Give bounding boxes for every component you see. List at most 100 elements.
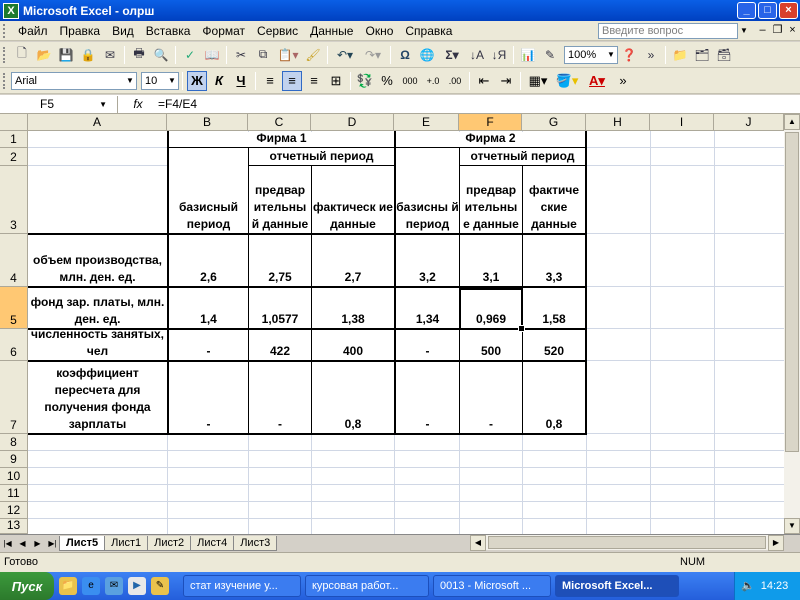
menu-help[interactable]: Справка	[399, 22, 458, 40]
cell-a7[interactable]: коэффициент пересчета для получения фонд…	[28, 362, 167, 434]
close-button[interactable]: ×	[779, 2, 798, 19]
cell-f6[interactable]: 500	[460, 330, 522, 361]
toolbar-options-icon[interactable]: »	[641, 45, 661, 65]
row-header-7[interactable]: 7	[0, 361, 28, 434]
doc-minimize-icon[interactable]: –	[756, 23, 769, 37]
web-icon[interactable]: 🗃	[714, 45, 734, 65]
currency-icon[interactable]: 💱	[355, 71, 375, 91]
cell-g4[interactable]: 3,3	[523, 235, 585, 287]
thousands-button[interactable]: 000	[399, 71, 421, 91]
row-header-11[interactable]: 11	[0, 485, 28, 502]
print-preview-icon[interactable]: 🔍	[151, 45, 171, 65]
cell-report-period-firm2[interactable]: отчетный период	[460, 148, 585, 166]
cell-d5[interactable]: 1,38	[312, 288, 394, 329]
cell-f4[interactable]: 3,1	[460, 235, 522, 287]
maximize-button[interactable]: □	[758, 2, 777, 19]
cell-b3[interactable]: базисный период	[169, 166, 248, 234]
taskbar-item-3[interactable]: 0013 - Microsoft ...	[433, 575, 551, 597]
cell-a4[interactable]: объем производства, млн. ден. ед.	[28, 235, 167, 287]
bold-button[interactable]: Ж	[187, 70, 207, 91]
column-header-j[interactable]: J	[714, 114, 784, 131]
menu-insert[interactable]: Вставка	[140, 22, 197, 40]
menu-view[interactable]: Вид	[106, 22, 140, 40]
drawing-icon[interactable]: ✎	[540, 45, 560, 65]
row-header-9[interactable]: 9	[0, 451, 28, 468]
insert-function-icon[interactable]: fx	[118, 97, 158, 111]
hscroll-thumb[interactable]	[488, 536, 766, 549]
sort-descending-icon[interactable]: ↓Я	[489, 45, 509, 65]
cell-e6[interactable]: -	[396, 330, 459, 361]
cell-d6[interactable]: 400	[312, 330, 394, 361]
cell-firm2-header[interactable]: Фирма 2	[396, 131, 585, 148]
underline-button[interactable]: Ч	[231, 71, 251, 91]
merge-center-icon[interactable]: ⊞	[326, 71, 346, 91]
font-size-select[interactable]: 10 ▼	[141, 71, 179, 90]
cell-a6[interactable]: численность занятых, чел	[28, 327, 167, 361]
cell-b6[interactable]: -	[169, 330, 248, 361]
column-header-i[interactable]: I	[650, 114, 714, 131]
first-sheet-icon[interactable]: |◀	[0, 539, 15, 548]
cell-g5[interactable]: 1,58	[523, 288, 585, 329]
minimize-button[interactable]: _	[737, 2, 756, 19]
decrease-indent-icon[interactable]: ⇤	[474, 71, 494, 91]
borders-icon[interactable]: ▦▾	[525, 71, 551, 91]
redo-icon[interactable]: ↷▾	[360, 45, 386, 65]
cell-f3[interactable]: предвар ительны е данные	[460, 166, 522, 234]
chevron-down-icon[interactable]: ▼	[738, 23, 750, 39]
doc-close-icon[interactable]: ×	[786, 23, 799, 37]
row-header-13[interactable]: 13	[0, 518, 28, 534]
cell-f7[interactable]: -	[460, 362, 522, 434]
cell-e5[interactable]: 1,34	[396, 288, 459, 329]
increase-decimal-icon[interactable]: +.0	[423, 71, 443, 91]
cell-e4[interactable]: 3,2	[396, 235, 459, 287]
cell-e3[interactable]: базисны й период	[396, 166, 459, 234]
row-header-10[interactable]: 10	[0, 468, 28, 485]
taskbar-item-2[interactable]: курсовая работ...	[305, 575, 429, 597]
row-header-4[interactable]: 4	[0, 234, 28, 287]
scroll-thumb[interactable]	[785, 132, 799, 452]
folder-icon[interactable]: 📁	[670, 45, 690, 65]
help-icon[interactable]: ❓	[619, 45, 639, 65]
symbol-icon[interactable]: Ω	[395, 45, 415, 65]
toolbar-options-icon[interactable]: »	[613, 71, 633, 91]
active-cell-f5[interactable]	[459, 288, 525, 332]
format-painter-icon[interactable]: 🖌	[303, 45, 323, 65]
cell-b7[interactable]: -	[169, 362, 248, 434]
cell-c6[interactable]: 422	[249, 330, 311, 361]
cell-a5[interactable]: фонд зар. платы, млн. ден. ед.	[28, 288, 167, 329]
font-color-icon[interactable]: A▾	[583, 71, 611, 91]
formula-input[interactable]: =F4/E4	[158, 97, 197, 111]
row-header-1[interactable]: 1	[0, 131, 28, 148]
start-button[interactable]: Пуск	[0, 572, 54, 600]
worksheet-grid[interactable]: A B C D E F G H I J 1 2 3 4 5 6 7 8 9 10…	[0, 114, 800, 534]
vertical-scrollbar[interactable]: ▲ ▼	[784, 114, 800, 534]
horizontal-scrollbar[interactable]: ◀ ▶	[470, 535, 784, 551]
column-header-b[interactable]: B	[167, 114, 248, 131]
toolbar-grip[interactable]	[3, 46, 8, 63]
increase-indent-icon[interactable]: ⇥	[496, 71, 516, 91]
menu-window[interactable]: Окно	[359, 22, 399, 40]
column-header-c[interactable]: C	[248, 114, 311, 131]
row-header-5[interactable]: 5	[0, 287, 28, 329]
quicklaunch-ie-icon[interactable]: e	[82, 577, 100, 595]
sort-ascending-icon[interactable]: ↓A	[467, 45, 487, 65]
menubar-grip[interactable]	[3, 23, 8, 38]
cell-firm1-header[interactable]: Фирма 1	[169, 131, 394, 148]
column-header-d[interactable]: D	[311, 114, 394, 131]
sheet-tab-list5[interactable]: Лист5	[59, 535, 106, 551]
copy-icon[interactable]: ⧉	[253, 45, 273, 65]
cell-d7[interactable]: 0,8	[312, 362, 394, 434]
chart-wizard-icon[interactable]: 📊	[518, 45, 538, 65]
menu-file[interactable]: Файл	[12, 22, 54, 40]
next-sheet-icon[interactable]: ▶	[30, 539, 45, 548]
sheet-tab-list4[interactable]: Лист4	[190, 535, 235, 551]
chevron-down-icon[interactable]: ▼	[124, 73, 136, 89]
quicklaunch-folder-icon[interactable]: 📁	[59, 577, 77, 595]
cell-report-period-firm1[interactable]: отчетный период	[249, 148, 394, 166]
scroll-left-icon[interactable]: ◀	[470, 535, 486, 551]
autosum-icon[interactable]: Σ▾	[439, 45, 465, 65]
chevron-down-icon[interactable]: ▼	[166, 73, 178, 89]
cell-b5[interactable]: 1,4	[169, 288, 248, 329]
scroll-down-icon[interactable]: ▼	[784, 518, 800, 534]
quicklaunch-media-icon[interactable]: ▶	[128, 577, 146, 595]
